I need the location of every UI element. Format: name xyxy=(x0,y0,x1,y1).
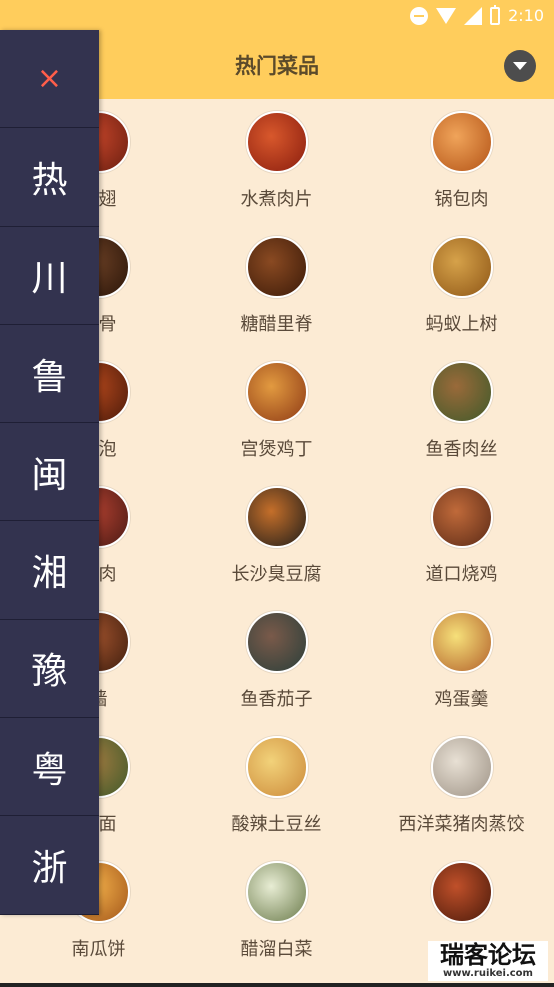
dish-item[interactable]: 锅包肉 xyxy=(369,111,554,211)
drawer-item-guangdong[interactable]: 粤 xyxy=(0,718,99,817)
dish-name: 长沙臭豆腐 xyxy=(231,564,322,585)
dish-name: 鸡蛋羹 xyxy=(434,689,489,710)
cuisine-drawer: × 热 川 鲁 闽 湘 豫 粤 浙 xyxy=(0,30,99,915)
dish-name: 鱼香肉丝 xyxy=(425,439,498,460)
clock: 2:10 xyxy=(508,6,544,25)
dish-item[interactable]: 鱼香肉丝 xyxy=(369,361,554,461)
drawer-item-label: 豫 xyxy=(31,651,68,693)
chevron-down-icon xyxy=(513,62,527,70)
dish-image xyxy=(430,736,493,798)
watermark-title: 瑞客论坛 xyxy=(440,941,536,969)
dish-item[interactable]: 长沙臭豆腐 xyxy=(184,486,369,586)
dish-item[interactable]: 糖醋里脊 xyxy=(184,236,369,336)
dish-name: 酸辣土豆丝 xyxy=(231,814,322,835)
dish-item[interactable] xyxy=(369,861,554,935)
dish-item[interactable]: 醋溜白菜 xyxy=(184,861,369,961)
drawer-item-shandong[interactable]: 鲁 xyxy=(0,325,99,424)
dropdown-button[interactable] xyxy=(504,50,536,82)
dish-image xyxy=(245,486,308,548)
drawer-item-sichuan[interactable]: 川 xyxy=(0,227,99,325)
drawer-item-label: 粤 xyxy=(31,749,68,791)
bottom-edge xyxy=(0,983,554,987)
drawer-item-label: 热 xyxy=(31,159,68,201)
drawer-item-henan[interactable]: 豫 xyxy=(0,620,99,719)
dish-item[interactable]: 蚂蚁上树 xyxy=(369,236,554,336)
signal-icon xyxy=(464,6,483,25)
dish-image xyxy=(245,611,308,673)
dish-name: 宫煲鸡丁 xyxy=(240,439,313,460)
dish-item[interactable]: 鱼香茄子 xyxy=(184,611,369,711)
dish-image xyxy=(245,361,308,423)
dish-name: 南瓜饼 xyxy=(71,939,126,960)
dish-item[interactable]: 酸辣土豆丝 xyxy=(184,736,369,836)
dish-image xyxy=(245,861,308,923)
dish-image xyxy=(430,861,493,923)
drawer-item-hot[interactable]: 热 xyxy=(0,128,99,227)
dish-name: 糖醋里脊 xyxy=(240,314,313,335)
drawer-item-hunan[interactable]: 湘 xyxy=(0,521,99,620)
dish-item[interactable]: 鸡蛋羹 xyxy=(369,611,554,711)
dish-image xyxy=(430,111,493,173)
watermark-url: www.ruikei.com xyxy=(443,968,533,979)
dish-item[interactable]: 西洋菜猪肉蒸饺 xyxy=(369,736,554,836)
drawer-item-label: 闽 xyxy=(31,454,68,496)
close-drawer-button[interactable]: × xyxy=(0,30,99,129)
drawer-item-label: 湘 xyxy=(31,553,68,595)
dish-image xyxy=(430,486,493,548)
status-bar: 2:10 xyxy=(0,0,554,33)
dish-image xyxy=(430,611,493,673)
do-not-disturb-icon xyxy=(410,6,429,25)
dish-image xyxy=(245,736,308,798)
dish-image xyxy=(430,236,493,298)
drawer-item-label: 鲁 xyxy=(31,356,68,398)
wifi-icon xyxy=(436,7,457,24)
drawer-item-label: 浙 xyxy=(31,848,68,890)
dish-name: 西洋菜猪肉蒸饺 xyxy=(398,814,525,835)
dish-name: 鱼香茄子 xyxy=(240,689,313,710)
drawer-item-fujian[interactable]: 闽 xyxy=(0,423,99,522)
drawer-item-zhejiang[interactable]: 浙 xyxy=(0,816,99,915)
drawer-item-label: 川 xyxy=(31,258,68,300)
dish-name: 醋溜白菜 xyxy=(240,939,313,960)
dish-image xyxy=(430,361,493,423)
dish-item[interactable]: 水煮肉片 xyxy=(184,111,369,211)
dish-name: 蚂蚁上树 xyxy=(425,314,498,335)
status-icons: 2:10 xyxy=(410,4,544,25)
dish-image xyxy=(245,111,308,173)
watermark: 瑞客论坛 www.ruikei.com xyxy=(428,941,548,981)
dish-image xyxy=(245,236,308,298)
battery-icon xyxy=(490,4,501,25)
close-icon: × xyxy=(36,61,63,97)
dish-name: 道口烧鸡 xyxy=(425,564,498,585)
dish-item[interactable]: 道口烧鸡 xyxy=(369,486,554,586)
dish-item[interactable]: 宫煲鸡丁 xyxy=(184,361,369,461)
dish-name: 锅包肉 xyxy=(434,189,489,210)
dish-name: 水煮肉片 xyxy=(240,189,313,210)
